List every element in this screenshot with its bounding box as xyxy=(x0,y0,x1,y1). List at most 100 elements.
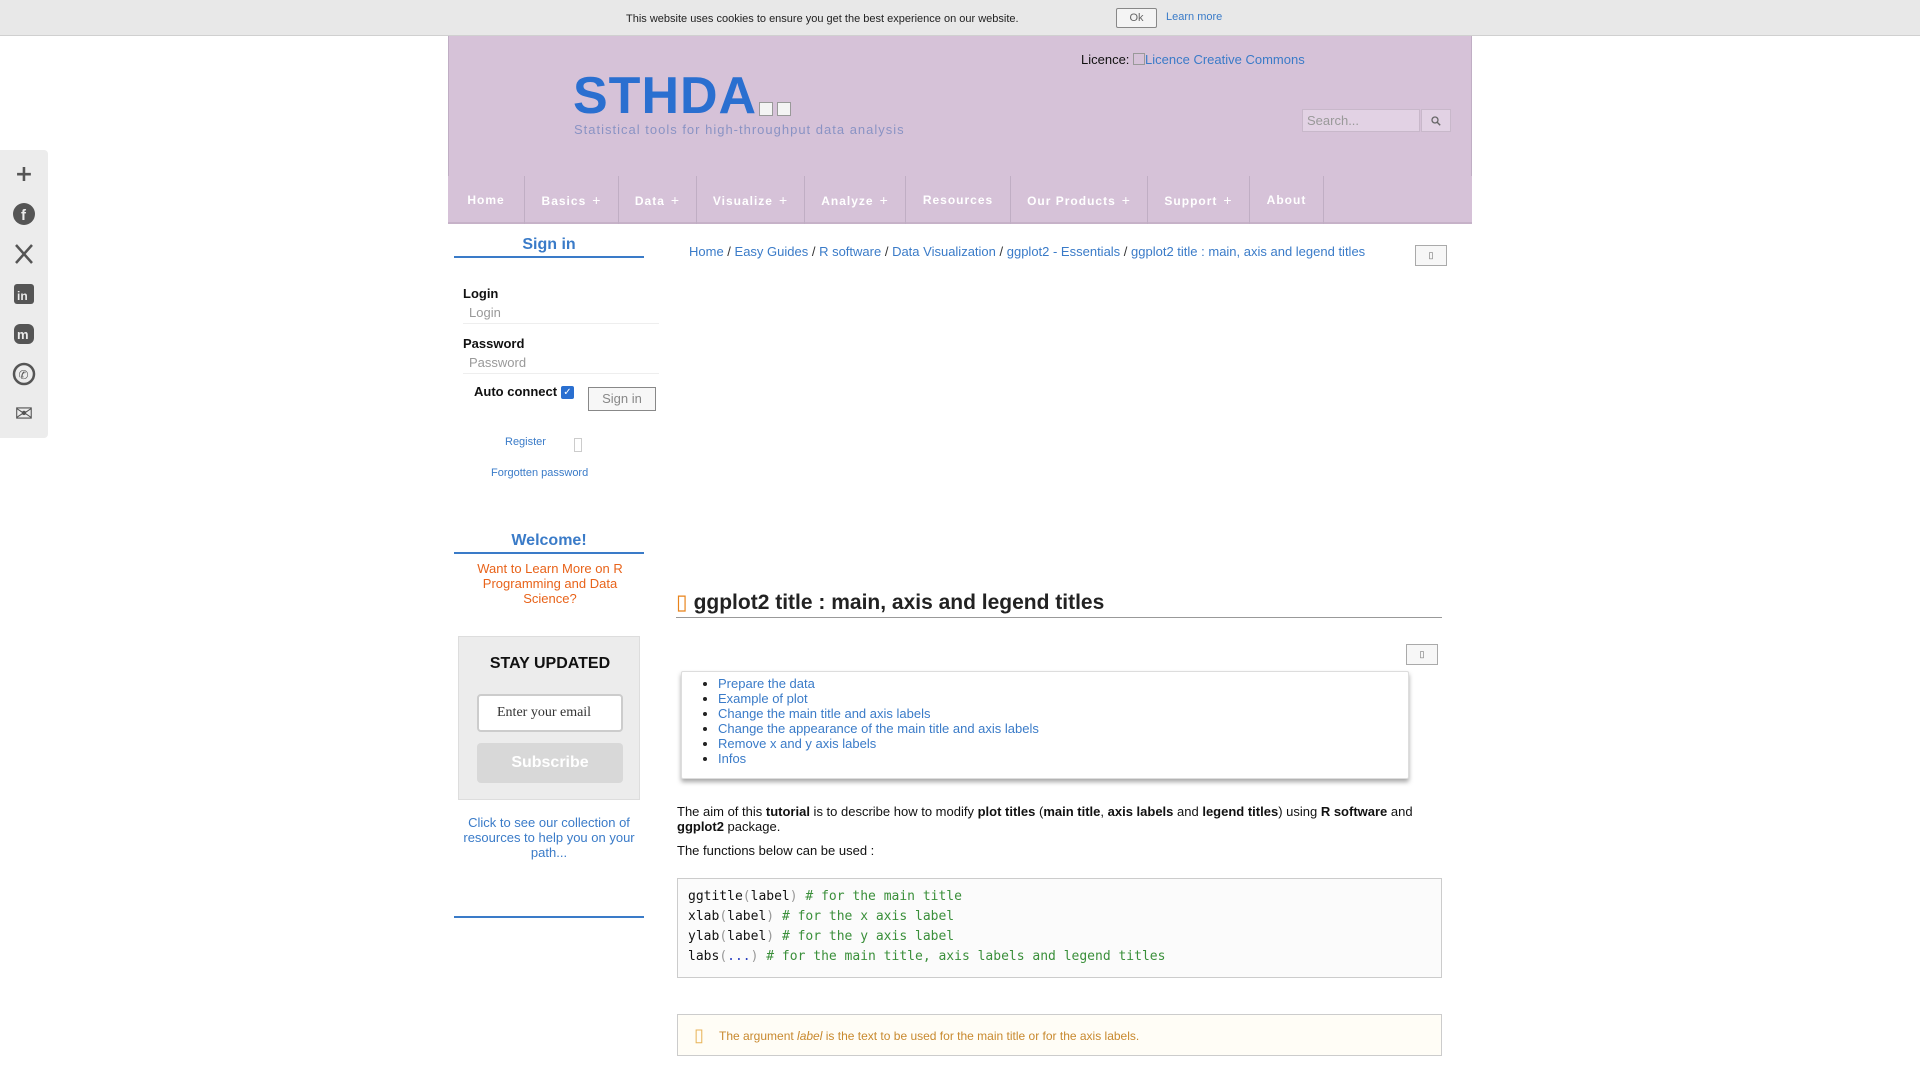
forgotten-password-link[interactable]: Forgotten password xyxy=(491,467,588,479)
nav-item-our-products[interactable]: Our Products + xyxy=(1011,176,1148,224)
newsletter-email-input[interactable]: Enter your email xyxy=(477,694,623,732)
plus-icon: + xyxy=(14,161,34,187)
whatsapp-icon: ✆ xyxy=(12,362,36,386)
cookie-learn-more-link[interactable]: Learn more xyxy=(1166,11,1222,23)
breadcrumb-home[interactable]: Home xyxy=(689,244,724,259)
x-icon xyxy=(15,244,33,264)
svg-text:in: in xyxy=(17,289,28,303)
nav-item-basics[interactable]: Basics + xyxy=(525,176,619,224)
newsletter-title: STAY UPDATED xyxy=(489,655,611,672)
broken-image-icon xyxy=(574,438,582,452)
facebook-share-button[interactable]: f xyxy=(0,194,48,234)
main-nav: Home Basics + Data + Visualize + Analyze + R… xyxy=(448,176,1472,224)
cookie-ok-button[interactable]: Ok xyxy=(1116,8,1157,28)
nav-item-resources[interactable]: Resources xyxy=(906,176,1011,224)
toc-link[interactable]: Change the main title and axis labels xyxy=(718,706,930,721)
toc-toggle-button[interactable]: ▯ xyxy=(1406,644,1438,665)
search-button[interactable] xyxy=(1421,109,1451,132)
info-note: ▯ The argument label is the text to be u… xyxy=(677,1014,1442,1056)
site-logo[interactable]: STHDA xyxy=(573,66,757,126)
nav-label: Support xyxy=(1164,194,1218,208)
share-sidebar: + f in m ✆ ✉ xyxy=(0,150,48,438)
signin-heading: Sign in xyxy=(454,236,644,258)
nav-label: Basics xyxy=(541,194,587,208)
breadcrumb-data-visualization[interactable]: Data Visualization xyxy=(892,244,996,259)
cookie-bar: This website uses cookies to ensure you … xyxy=(0,0,1920,36)
breadcrumb-r-software[interactable]: R software xyxy=(819,244,881,259)
search-input[interactable]: Search... xyxy=(1302,109,1420,132)
search-icon xyxy=(1431,115,1441,126)
toc-link[interactable]: Prepare the data xyxy=(718,676,815,691)
newsletter-box: STAY UPDATED Enter your email Subscribe xyxy=(458,636,640,800)
toc-link[interactable]: Example of plot xyxy=(718,691,808,706)
linkedin-icon: in xyxy=(14,284,34,304)
email-share-button[interactable]: ✉ xyxy=(0,394,48,434)
print-button[interactable]: ▯ xyxy=(1415,245,1447,266)
facebook-icon: f xyxy=(13,203,35,225)
plus-icon: + xyxy=(1121,192,1131,208)
mastodon-share-button[interactable]: m xyxy=(0,314,48,354)
nav-label: Home xyxy=(467,193,505,207)
title-icon: ▯ xyxy=(676,591,688,614)
password-input[interactable]: Password xyxy=(463,354,659,374)
code-line: ggtitle(label) # for the main title xyxy=(688,889,962,904)
nav-item-support[interactable]: Support + xyxy=(1148,176,1250,224)
note-text: The argument label is the text to be use… xyxy=(719,1029,1140,1043)
email-icon: ✉ xyxy=(14,401,34,427)
nav-item-visualize[interactable]: Visualize + xyxy=(697,176,805,224)
page-title: ▯ ggplot2 title : main, axis and legend t… xyxy=(676,590,1442,618)
broken-image-icon xyxy=(1133,53,1146,65)
nav-item-home[interactable]: Home xyxy=(448,176,525,224)
share-button[interactable]: + xyxy=(0,154,48,194)
code-line: labs(...) # for the main title, axis lab… xyxy=(688,949,1166,964)
code-block: ggtitle(label) # for the main title xlab… xyxy=(677,878,1442,978)
plus-icon: + xyxy=(1223,192,1233,208)
nav-item-analyze[interactable]: Analyze + xyxy=(805,176,906,224)
sidebar-divider xyxy=(454,916,644,918)
nav-item-data[interactable]: Data + xyxy=(619,176,697,224)
toc-item: Change the main title and axis labels xyxy=(718,706,1039,721)
whatsapp-share-button[interactable]: ✆ xyxy=(0,354,48,394)
plus-icon: + xyxy=(778,192,789,208)
signin-button[interactable]: Sign in xyxy=(588,387,656,411)
breadcrumb-current[interactable]: ggplot2 title : main, axis and legend ti… xyxy=(1131,244,1365,259)
toc-item: Remove x and y axis labels xyxy=(718,736,1039,751)
toc-link[interactable]: Change the appearance of the main title … xyxy=(718,721,1039,736)
breadcrumb-sep: / xyxy=(1120,244,1132,259)
resources-collection-link[interactable]: Click to see our collection of resources… xyxy=(460,815,638,860)
plus-icon: + xyxy=(879,192,889,208)
toc-item: Example of plot xyxy=(718,691,1039,706)
x-share-button[interactable] xyxy=(0,234,48,274)
subscribe-button[interactable]: Subscribe xyxy=(477,743,623,783)
licence-link-text: Licence Creative Commons xyxy=(1145,52,1305,67)
nav-label: Data xyxy=(634,194,665,208)
toc-item: Change the appearance of the main title … xyxy=(718,721,1039,736)
login-input[interactable]: Login xyxy=(463,304,659,324)
plus-icon: + xyxy=(592,192,602,208)
page-title-text: ggplot2 title : main, axis and legend ti… xyxy=(693,591,1105,614)
broken-image-icon xyxy=(759,102,773,116)
breadcrumb-easy-guides[interactable]: Easy Guides xyxy=(735,244,809,259)
breadcrumb-ggplot2-essentials[interactable]: ggplot2 - Essentials xyxy=(1007,244,1120,259)
welcome-text[interactable]: Want to Learn More on R Programming and … xyxy=(470,561,630,606)
functions-paragraph: The functions below can be used : xyxy=(677,843,875,858)
toc-link[interactable]: Remove x and y axis labels xyxy=(718,736,876,751)
nav-item-about[interactable]: About xyxy=(1250,176,1324,224)
toc-item: Infos xyxy=(718,751,1039,766)
register-link[interactable]: Register xyxy=(505,436,546,448)
toc-link[interactable]: Infos xyxy=(718,751,746,766)
auto-connect-checkbox[interactable]: ✓ xyxy=(561,386,574,399)
intro-paragraph: The aim of this tutorial is to describe … xyxy=(677,804,1413,834)
broken-image-icon xyxy=(777,102,791,116)
register-text: Register xyxy=(505,436,546,448)
password-label: Password xyxy=(463,336,525,351)
nav-label: Our Products xyxy=(1027,194,1116,208)
welcome-heading: Welcome! xyxy=(454,532,644,554)
svg-text:m: m xyxy=(17,327,29,342)
code-line: xlab(label) # for the x axis label xyxy=(688,909,955,924)
site-header: STHDA Statistical tools for high-through… xyxy=(448,36,1472,176)
auto-connect-label: Auto connect xyxy=(474,384,558,399)
licence-link[interactable]: Licence Creative Commons xyxy=(1133,52,1305,67)
print-icon: ▯ xyxy=(1428,250,1434,260)
linkedin-share-button[interactable]: in xyxy=(0,274,48,314)
